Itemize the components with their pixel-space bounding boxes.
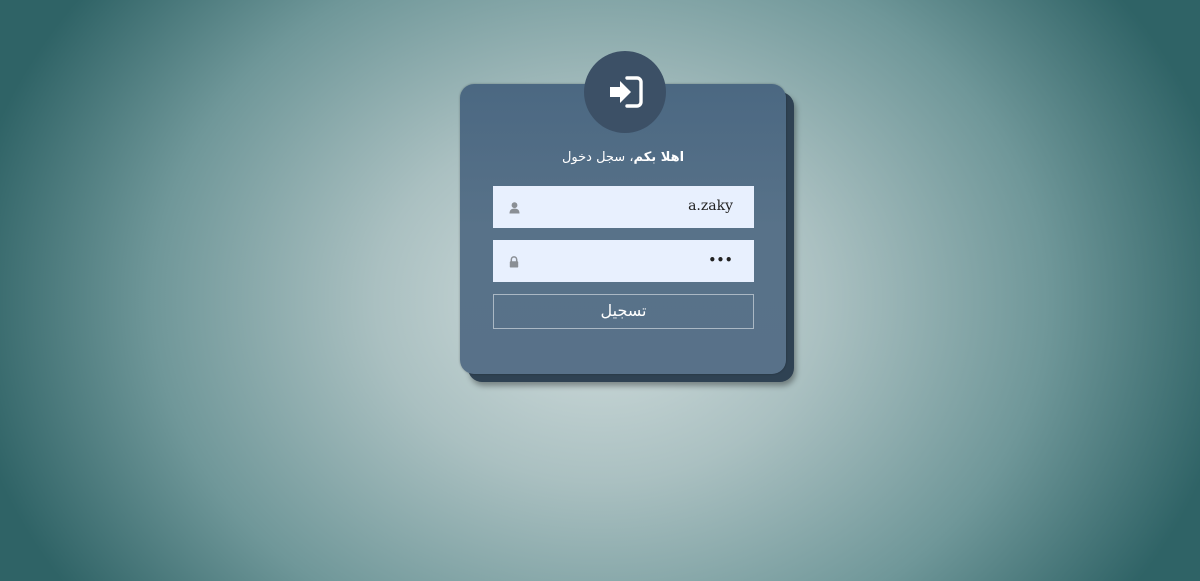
header-icon-badge: [584, 51, 666, 133]
username-field[interactable]: a.zaky: [493, 186, 754, 228]
password-field[interactable]: •••: [493, 240, 754, 282]
lock-icon: [509, 253, 519, 272]
login-submit-button[interactable]: تسجيل: [493, 294, 754, 329]
welcome-bold: اهلا بكم: [633, 150, 685, 165]
sign-in-icon: [610, 76, 643, 108]
user-icon: [509, 199, 520, 218]
password-value: •••: [708, 253, 733, 267]
username-value: a.zaky: [688, 198, 733, 214]
welcome-rest: ، سجل دخول: [561, 150, 634, 165]
welcome-text: اهلا بكم، سجل دخول: [460, 150, 786, 165]
